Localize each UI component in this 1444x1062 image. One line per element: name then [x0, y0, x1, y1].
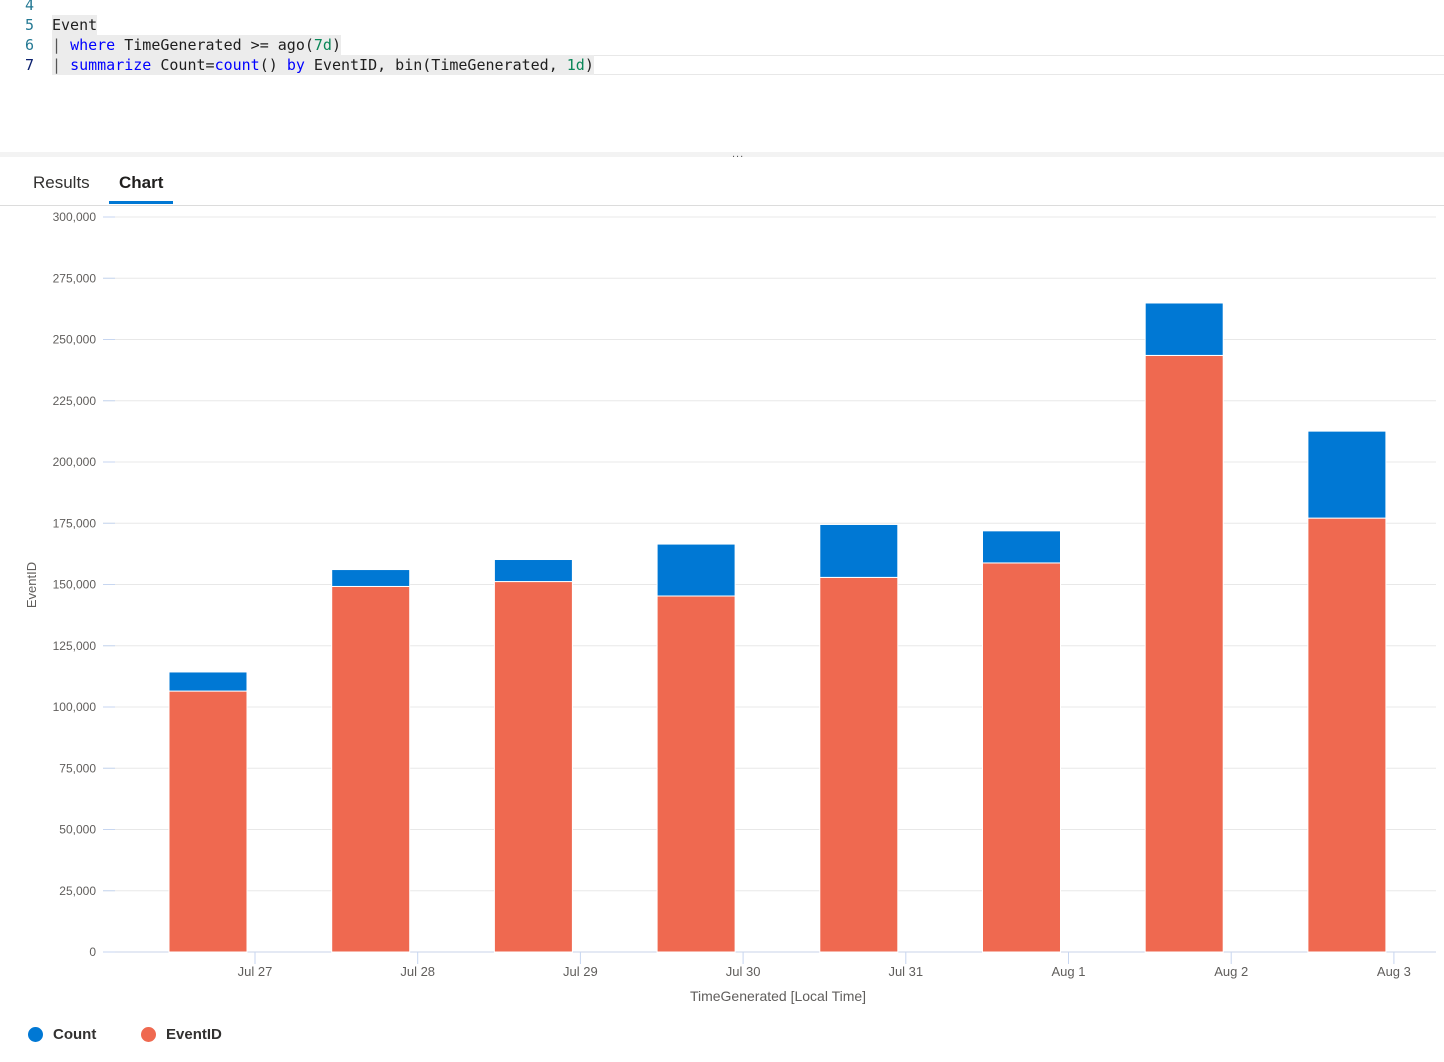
code-line[interactable]: 6 | where TimeGenerated >= ago(7d) — [0, 35, 1444, 55]
bar-count — [168, 671, 248, 692]
splitter-handle[interactable]: ... — [732, 148, 744, 160]
line-number: 5 — [24, 16, 34, 34]
y-axis-ticks: 0 25,000 50,000 75,000 100,000 125,000 150,000… — [53, 210, 115, 959]
code-token: summarize — [70, 56, 152, 74]
y-tick-label: 150,000 — [53, 578, 97, 592]
bar-count — [493, 559, 573, 583]
code-token: EventID, bin(TimeGenerated, — [304, 56, 567, 74]
code-token: Count= — [151, 56, 215, 74]
bar-count — [656, 543, 736, 597]
x-tick-label: Jul 31 — [888, 964, 923, 979]
x-tick-label: Jul 27 — [238, 964, 273, 979]
code-line[interactable]: 7 | summarize Count=count() by EventID, b… — [0, 55, 1444, 75]
y-tick-label: 225,000 — [53, 394, 97, 408]
y-tick-label: 25,000 — [59, 884, 96, 898]
x-axis-label: TimeGenerated [Local Time] — [690, 988, 866, 1004]
legend-label: EventID — [166, 1026, 222, 1043]
x-axis: Jul 27 Jul 28 Jul 29 Jul 30 Jul 31 Aug 1 Aug 2… — [238, 952, 1411, 979]
code-token: () — [259, 56, 287, 74]
x-tick-label: Aug 1 — [1052, 964, 1086, 979]
code-text[interactable]: | summarize Count=count() by EventID, bi… — [52, 55, 594, 75]
code-text[interactable]: | where TimeGenerated >= ago(7d) — [52, 35, 341, 55]
y-tick-label: 250,000 — [53, 333, 97, 347]
bar-count — [1144, 302, 1224, 356]
stacked-bar-chart: 0 25,000 50,000 75,000 100,000 125,000 150,000… — [24, 210, 1436, 1004]
bar-eventid — [493, 581, 573, 953]
code-token: TimeGenerated >= ago( — [115, 36, 314, 54]
legend-dot-eventid-icon — [141, 1027, 156, 1042]
y-tick-label: 75,000 — [59, 761, 96, 775]
bar-count — [1307, 430, 1387, 519]
y-tick-label: 275,000 — [53, 271, 97, 285]
result-tabs: Results Chart — [0, 165, 1444, 206]
gridlines — [103, 216, 1436, 953]
tab-chart[interactable]: Chart — [119, 173, 163, 193]
x-tick-label: Aug 3 — [1377, 964, 1411, 979]
y-tick-label: 100,000 — [53, 700, 97, 714]
active-tab-indicator — [109, 201, 173, 204]
tab-results[interactable]: Results — [33, 173, 90, 193]
code-text[interactable]: Event — [52, 15, 98, 35]
bar-eventid — [982, 562, 1061, 953]
y-tick-label: 300,000 — [53, 210, 97, 224]
bar-eventid — [331, 585, 411, 953]
bar-eventid — [656, 595, 736, 953]
code-token: 7d — [313, 36, 332, 54]
bar-eventid — [1307, 517, 1387, 953]
code-token: by — [286, 56, 305, 74]
code-line[interactable]: 5 Event — [0, 15, 1444, 35]
y-tick-label: 50,000 — [59, 823, 96, 837]
legend-item-eventid[interactable]: EventID — [141, 1026, 222, 1043]
legend-label: Count — [53, 1026, 97, 1043]
line-number: 7 — [24, 56, 34, 74]
bar-count — [982, 530, 1061, 564]
x-tick-label: Jul 28 — [400, 964, 435, 979]
code-token: | — [52, 56, 71, 74]
bar-count — [331, 569, 411, 587]
code-token: ) — [331, 36, 341, 54]
x-tick-label: Aug 2 — [1214, 964, 1248, 979]
x-tick-label: Jul 29 — [563, 964, 598, 979]
y-tick-label: 125,000 — [53, 639, 97, 653]
code-token: | — [52, 36, 71, 54]
bar-eventid — [819, 576, 899, 953]
line-number: 6 — [24, 36, 34, 54]
bar-count — [819, 523, 899, 578]
pane-splitter[interactable] — [0, 152, 1444, 157]
y-axis-label: EventID — [24, 562, 39, 608]
y-tick-label: 200,000 — [53, 455, 97, 469]
code-token: count — [214, 56, 260, 74]
line-number: 4 — [24, 0, 34, 14]
code-token: 1d — [566, 56, 585, 74]
bar-eventid — [168, 690, 248, 953]
x-tick-label: Jul 30 — [726, 964, 761, 979]
code-token: where — [70, 36, 116, 54]
y-tick-label: 175,000 — [53, 516, 97, 530]
code-token: ) — [584, 56, 594, 74]
code-token: Event — [52, 16, 98, 34]
legend-item-count[interactable]: Count — [28, 1026, 96, 1043]
legend-dot-count-icon — [28, 1027, 43, 1042]
code-line[interactable]: 4 — [0, 0, 1444, 15]
bar-eventid — [1144, 354, 1224, 953]
query-editor[interactable]: 4 5 Event 6 | where TimeGenerated >= ago(7d)… — [0, 0, 1444, 150]
y-tick-label: 0 — [89, 945, 96, 959]
